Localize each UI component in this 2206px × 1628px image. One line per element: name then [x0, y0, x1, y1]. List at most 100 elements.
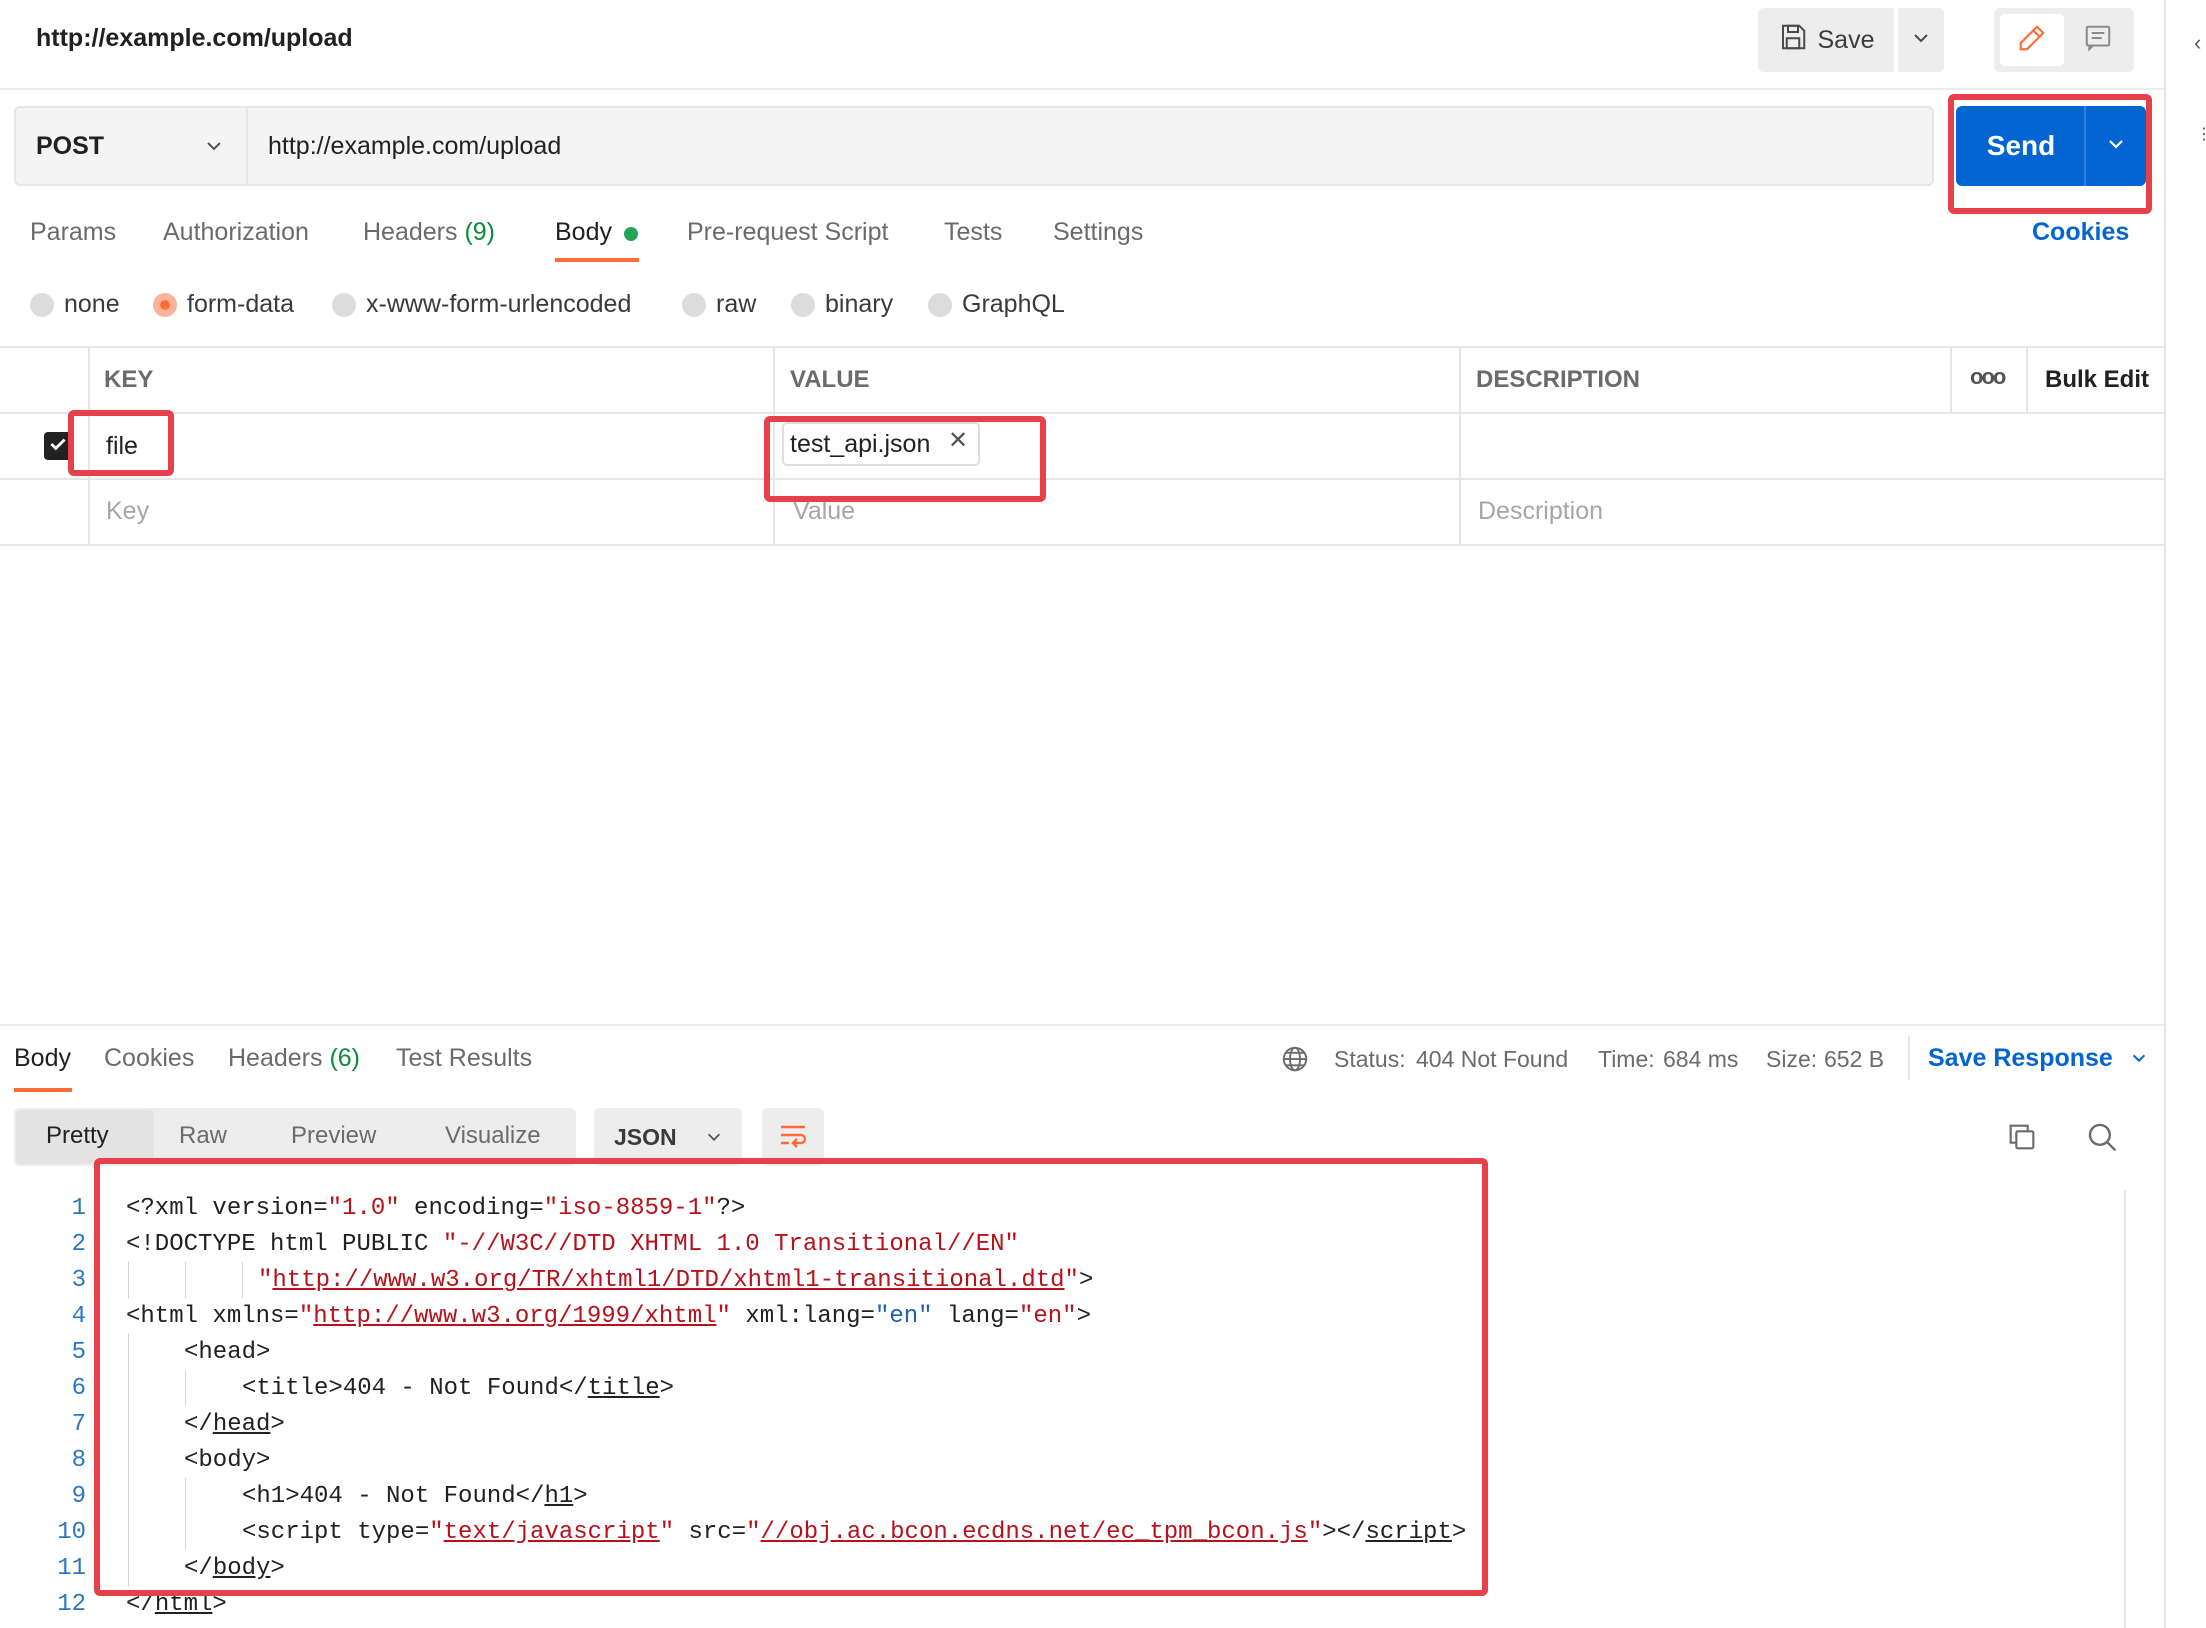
line-number: 1 [71, 1195, 86, 1222]
line-number: 4 [71, 1303, 86, 1330]
save-options-button[interactable] [1898, 8, 1944, 72]
check-icon [47, 433, 69, 460]
status-value[interactable]: 404 Not Found [1416, 1046, 1568, 1073]
radio-x-www-form-urlencoded[interactable] [332, 293, 356, 317]
save-icon [1778, 22, 1808, 59]
table-row-border [0, 412, 2164, 414]
radio-none[interactable] [30, 293, 54, 317]
response-tab-test-results[interactable]: Test Results [396, 1044, 532, 1073]
line-number: 3 [71, 1267, 86, 1294]
highlight-response-body [94, 1158, 1488, 1596]
tab-headers-label: Headers [363, 218, 458, 246]
response-divider [0, 1024, 2164, 1026]
view-raw[interactable]: Raw [179, 1122, 227, 1150]
line-number: 7 [71, 1411, 86, 1438]
chevron-down-icon [705, 1128, 723, 1146]
table-column-border [2026, 346, 2028, 412]
save-response-button[interactable]: Save Response [1928, 1044, 2148, 1074]
collapse-panel-icon[interactable]: ‹ [2194, 30, 2201, 56]
line-number: 2 [71, 1231, 86, 1258]
new-key-input[interactable]: Key [106, 497, 149, 526]
line-number: 9 [71, 1483, 86, 1510]
column-header-key: KEY [104, 366, 154, 393]
table-column-border [1459, 346, 1461, 546]
tab-headers-count: (9) [464, 218, 496, 246]
time-value[interactable]: 684 ms [1663, 1046, 1738, 1073]
wrap-lines-icon [777, 1119, 809, 1156]
radio-form-data[interactable] [153, 293, 177, 317]
save-response-label: Save Response [1928, 1044, 2113, 1072]
radio-none-label[interactable]: none [64, 290, 120, 319]
line-number: 5 [71, 1339, 86, 1366]
bulk-edit-button[interactable]: Bulk Edit [2045, 366, 2149, 394]
response-tab-headers[interactable]: Headers (6) [228, 1044, 360, 1073]
radio-graphql-label[interactable]: GraphQL [962, 290, 1065, 319]
format-select-value: JSON [614, 1123, 677, 1150]
globe-icon[interactable] [1280, 1044, 1310, 1079]
line-number: 8 [71, 1447, 86, 1474]
line-number: 10 [57, 1519, 86, 1546]
response-meta-separator [1908, 1036, 1910, 1080]
pencil-icon [2017, 23, 2047, 58]
request-title: http://example.com/upload [36, 24, 353, 52]
response-active-tab-indicator [14, 1088, 72, 1092]
right-panel-divider [2164, 0, 2166, 1628]
table-border-top [0, 346, 2164, 348]
status-label: Status: [1334, 1046, 1406, 1072]
line-number: 6 [71, 1375, 86, 1402]
side-panel-icon[interactable]: ⋮ [2196, 124, 2206, 144]
edit-mode-button[interactable] [2000, 14, 2064, 66]
chevron-down-icon [204, 136, 224, 161]
view-preview[interactable]: Preview [291, 1122, 376, 1150]
radio-form-data-label[interactable]: form-data [187, 290, 294, 319]
search-icon[interactable] [2085, 1120, 2119, 1159]
radio-binary-label[interactable]: binary [825, 290, 893, 319]
highlight-send [1948, 94, 2152, 214]
response-tab-body[interactable]: Body [14, 1044, 71, 1073]
copy-icon[interactable] [2005, 1120, 2039, 1159]
chevron-down-icon [2130, 1045, 2148, 1074]
body-status-dot [624, 227, 638, 241]
highlight-value [764, 416, 1046, 502]
header-divider [0, 88, 2164, 90]
save-button-label: Save [1817, 25, 1875, 54]
view-visualize[interactable]: Visualize [445, 1122, 541, 1150]
more-options-icon[interactable]: ooo [1970, 364, 2006, 390]
radio-raw[interactable] [682, 293, 706, 317]
highlight-key [68, 410, 174, 476]
tab-body[interactable]: Body [555, 218, 612, 247]
table-column-border [1950, 346, 1952, 412]
code-scrollbar[interactable] [2124, 1190, 2126, 1628]
table-border-bottom [0, 544, 2164, 546]
response-tab-headers-count: (6) [329, 1044, 361, 1072]
column-header-description: DESCRIPTION [1476, 366, 1641, 393]
tab-pre-request-script[interactable]: Pre-request Script [687, 218, 888, 247]
tab-authorization[interactable]: Authorization [163, 218, 309, 247]
radio-binary[interactable] [791, 293, 815, 317]
radio-graphql[interactable] [928, 293, 952, 317]
comments-mode-button[interactable] [2066, 14, 2130, 66]
tab-params[interactable]: Params [30, 218, 116, 247]
comment-icon [2083, 23, 2113, 58]
response-tab-cookies[interactable]: Cookies [104, 1044, 194, 1073]
tab-headers[interactable]: Headers (9) [363, 218, 495, 247]
radio-x-www-form-urlencoded-label[interactable]: x-www-form-urlencoded [366, 290, 631, 319]
column-header-value: VALUE [790, 366, 870, 393]
table-row-border [0, 478, 2164, 480]
view-pretty[interactable]: Pretty [46, 1122, 109, 1150]
size-label: Size: [1766, 1046, 1818, 1072]
url-input[interactable]: http://example.com/upload [246, 106, 1934, 186]
active-tab-indicator [555, 258, 639, 262]
save-button[interactable]: Save [1758, 8, 1894, 72]
chevron-down-icon [1911, 28, 1931, 53]
tab-tests[interactable]: Tests [944, 218, 1002, 247]
cookies-link[interactable]: Cookies [2032, 218, 2129, 247]
size-value[interactable]: 652 B [1824, 1046, 1884, 1073]
response-tab-headers-label: Headers [228, 1044, 323, 1072]
radio-raw-label[interactable]: raw [716, 290, 756, 319]
new-description-input[interactable]: Description [1478, 497, 1603, 526]
line-number: 11 [57, 1555, 86, 1582]
time-label: Time: [1598, 1046, 1655, 1072]
tab-settings[interactable]: Settings [1053, 218, 1143, 247]
line-number: 12 [57, 1591, 86, 1618]
